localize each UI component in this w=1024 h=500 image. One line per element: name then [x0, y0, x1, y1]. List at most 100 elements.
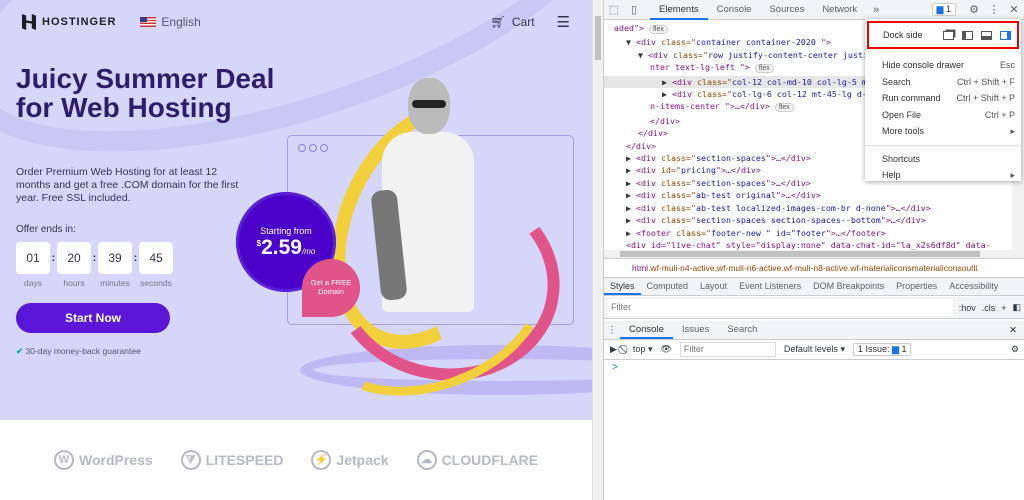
dom-breadcrumb[interactable]: html.wf-muli-n4-active.wf-muli-n6-active…: [604, 258, 1024, 278]
dom-text: n-items-center ">…</div>: [650, 101, 770, 112]
menu-item-run-command[interactable]: Run command Ctrl + Shift + P: [865, 90, 1021, 107]
dock-right-icon[interactable]: [1000, 30, 1011, 40]
flex-badge[interactable]: flex: [648, 25, 668, 34]
tag-close: ">: [715, 165, 726, 176]
cls-toggle[interactable]: .cls: [982, 303, 996, 313]
menu-item-open-file[interactable]: Open File Ctrl + P: [865, 107, 1021, 124]
close-drawer-icon[interactable]: ✕: [1009, 325, 1017, 336]
expand-arrow-icon[interactable]: ▶: [626, 190, 636, 200]
page-scrollbar[interactable]: [592, 0, 603, 500]
tab-accessibility[interactable]: Accessibility: [943, 278, 1004, 295]
dom-node[interactable]: ▶ <div class="ab-test original">…</div>: [604, 189, 1012, 201]
tag-name: div: [641, 202, 656, 213]
cart-link[interactable]: 🛒︎ Cart: [491, 15, 535, 29]
expand-arrow-icon[interactable]: ▶: [626, 228, 636, 238]
partner-logo-icon: ⧩: [180, 450, 201, 470]
console-settings-icon[interactable]: ⚙: [1011, 344, 1019, 355]
menu-item-shortcuts[interactable]: Shortcuts: [865, 151, 1021, 168]
drawer-tabs: ⋮ Console Issues Search ✕: [604, 321, 1024, 340]
tab-console[interactable]: Console: [708, 0, 761, 20]
settings-gear-icon[interactable]: ⚙: [964, 3, 984, 16]
flex-badge[interactable]: flex: [754, 64, 774, 74]
tag-close: ">: [820, 37, 831, 48]
tab-dom-breakpoints[interactable]: DOM Breakpoints: [807, 278, 890, 295]
tab-computed[interactable]: Computed: [641, 278, 695, 295]
expand-arrow-icon[interactable]: ▶: [662, 89, 672, 99]
drawer-tab-issues[interactable]: Issues: [673, 321, 718, 339]
attr-value: col-lg-6 col-12 mt-45-lg d-fle: [731, 89, 882, 100]
language-label: English: [161, 15, 201, 29]
add-rule-icon[interactable]: +: [1001, 303, 1006, 313]
dom-node[interactable]: ▶ <div class="ab-test localized-images-c…: [604, 202, 1012, 214]
context-value: top: [632, 344, 646, 354]
tab-layout[interactable]: Layout: [694, 278, 733, 295]
start-now-button[interactable]: Start Now: [16, 303, 170, 333]
drawer-tab-search[interactable]: Search: [718, 321, 766, 339]
context-selector[interactable]: top ▾: [633, 344, 653, 355]
partner-logos: W WordPress ⧩ LITESPEED ⚡ Jetpack ☁ CLOUDFLARE: [0, 420, 592, 500]
attr-value: section-spaces section-spaces--bottom: [695, 215, 881, 226]
drawer-tab-console[interactable]: Console: [620, 321, 673, 339]
expand-arrow-icon[interactable]: ▶: [662, 77, 672, 87]
expand-arrow-icon[interactable]: ▶: [626, 165, 636, 175]
dom-text: <div id="live-chat" style="display:none"…: [626, 239, 991, 250]
expand-arrow-icon[interactable]: ▼: [626, 37, 636, 47]
expand-arrow-icon[interactable]: ▶: [626, 215, 636, 225]
dom-node[interactable]: <div id="live-chat" style="display:none"…: [604, 239, 1012, 250]
dock-bottom-icon[interactable]: [981, 30, 992, 40]
console-filter-input[interactable]: Filter: [679, 342, 776, 357]
expand-arrow-icon[interactable]: ▶: [626, 178, 636, 188]
menu-item-hide-console-drawer[interactable]: Hide console drawer Esc: [865, 57, 1021, 74]
attr-name: class=": [692, 76, 732, 87]
toggle-sidebar-icon[interactable]: ◧: [1012, 302, 1021, 313]
tab-elements[interactable]: Elements: [650, 0, 708, 20]
kebab-menu-icon[interactable]: ⋮: [984, 3, 1004, 16]
menu-item-shortcut: Ctrl + Shift + F: [956, 76, 1015, 87]
menu-item-search[interactable]: Search Ctrl + Shift + F: [865, 74, 1021, 91]
dom-node[interactable]: ▶ <div class="section-spaces section-spa…: [604, 214, 1012, 226]
timer-separator: :: [133, 252, 138, 264]
device-toolbar-icon[interactable]: ▯: [624, 3, 644, 16]
attr-name: class=": [656, 215, 696, 226]
hov-toggle[interactable]: :hov: [959, 303, 976, 313]
devtools-customize-menu: Dock side Hide console drawer Esc Search Ct…: [865, 19, 1021, 181]
sidebar-toggle-icon[interactable]: ▶: [610, 344, 617, 355]
language-selector[interactable]: English: [140, 15, 201, 29]
tab-styles[interactable]: Styles: [604, 278, 641, 295]
attr-value: container container-2020: [695, 37, 821, 48]
issues-icon: ▆: [936, 4, 944, 14]
elements-horizontal-scrollbar[interactable]: [604, 250, 1024, 258]
hamburger-menu-icon[interactable]: ☰: [557, 13, 570, 31]
expand-arrow-icon[interactable]: ▶: [626, 203, 636, 213]
tab-event-listeners[interactable]: Event Listeners: [733, 278, 807, 295]
dom-node[interactable]: ▶ <footer class="footer-new " id="footer…: [604, 227, 1012, 239]
drawer-menu-icon[interactable]: ⋮: [604, 325, 620, 336]
inspect-element-icon[interactable]: ⬚: [604, 3, 624, 16]
live-expression-eye-icon[interactable]: 👁︎: [660, 344, 671, 355]
page-title: Juicy Summer Deal for Web Hosting: [16, 63, 275, 123]
dock-left-icon[interactable]: [962, 30, 973, 40]
console-issues-button[interactable]: 1 Issue: ▆ 1: [852, 343, 912, 356]
issues-count: 1: [945, 4, 951, 14]
menu-item-more-tools[interactable]: More tools ▸: [865, 123, 1021, 140]
expand-arrow-icon[interactable]: ▶: [626, 153, 636, 163]
styles-filter-input[interactable]: Filter: [608, 299, 953, 316]
timer-label: days: [24, 278, 42, 288]
expand-arrow-icon[interactable]: ▼: [638, 50, 648, 60]
tab-sources[interactable]: Sources: [760, 0, 813, 20]
hostinger-logo[interactable]: HOSTINGER: [22, 14, 116, 30]
tab-network[interactable]: Network: [813, 0, 866, 20]
menu-item-help[interactable]: Help ▸: [865, 167, 1021, 184]
flex-badge[interactable]: flex: [774, 103, 794, 113]
close-devtools-icon[interactable]: ✕: [1004, 3, 1024, 16]
timer-value: 39: [98, 242, 132, 274]
breadcrumb-classes: .wf-muli-n4-active.wf-muli-n6-active.wf-…: [648, 263, 978, 273]
more-tabs-icon[interactable]: »: [866, 4, 886, 16]
log-levels-dropdown[interactable]: Default levels ▾: [784, 344, 845, 355]
tag-tail: …</div>: [890, 215, 926, 226]
console-prompt[interactable]: >: [612, 362, 618, 373]
issues-badge[interactable]: ▆ 1: [931, 3, 956, 16]
undock-icon[interactable]: [943, 30, 954, 40]
tag-name: div: [641, 215, 656, 226]
tab-properties[interactable]: Properties: [890, 278, 943, 295]
